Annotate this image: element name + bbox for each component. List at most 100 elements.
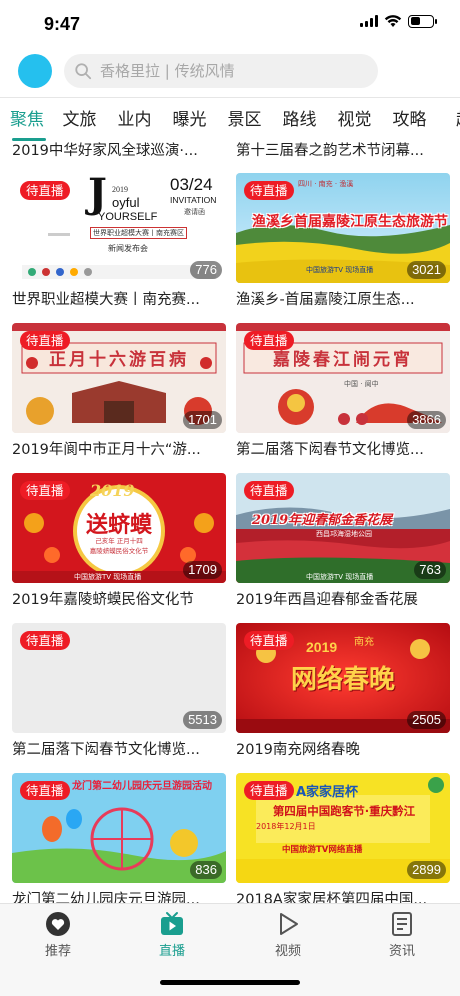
live-status-badge: 待直播 [244, 331, 294, 350]
live-card[interactable]: 正月十六游百病 待直播 1701 2019年阆中市正月十六“游... [12, 323, 226, 460]
status-icons [360, 14, 437, 28]
card-thumbnail[interactable]: 2019 送蛴蟆 己亥年 正月十四 嘉陵蛴蟆民俗文化节 中国旅游TV 现场直播 … [12, 473, 226, 583]
poster-sub2: 嘉陵蛴蟆民俗文化节 [89, 547, 149, 555]
viewer-count: 3021 [407, 261, 446, 279]
viewer-count: 1701 [183, 411, 222, 429]
live-card[interactable]: 嘉陵春江闹元宵 中国 · 阆中 待直播 3866 第二届落下闳春节文化博览... [236, 323, 450, 460]
viewer-count: 1709 [183, 561, 222, 579]
tabbar-news[interactable]: 资讯 [362, 910, 442, 959]
card-title[interactable]: 2019年阆中市正月十六“游... [12, 440, 226, 460]
card-title[interactable]: 世界职业超模大赛丨南充赛... [12, 290, 226, 310]
live-status-badge: 待直播 [244, 781, 294, 800]
card-title[interactable]: 渔溪乡-首届嘉陵江原生态... [236, 290, 450, 310]
tab-more[interactable]: 超 [437, 104, 460, 136]
header [0, 48, 460, 98]
tab-guides[interactable]: 攻略 [382, 104, 437, 136]
live-card[interactable]: 龙门第二幼儿园庆元旦游园活动 待直播 836 龙门第二幼儿园庆元旦游园... [12, 773, 226, 903]
card-thumbnail[interactable]: 嘉陵春江闹元宵 中国 · 阆中 待直播 3866 [236, 323, 450, 433]
poster-year: 2019 [306, 639, 338, 655]
wifi-icon [384, 15, 402, 27]
card-thumbnail[interactable]: A家家居杯 第四届中国跑客节·重庆黔江 2018年12月1日 中国旅游TV网络直… [236, 773, 450, 883]
card-title[interactable]: 2019南充网络春晚 [236, 740, 450, 760]
tab-exposure[interactable]: 曝光 [162, 104, 217, 136]
heart-icon [46, 912, 70, 936]
poster-brand: A家家居杯 [296, 785, 359, 800]
search-icon [75, 63, 92, 80]
card-title[interactable]: 2019年西昌迎春郁金香花展 [236, 590, 450, 610]
poster-sub: 2018年12月1日 [256, 822, 316, 831]
card-title[interactable]: 第二届落下闳春节文化博览... [12, 740, 226, 760]
tab-culture-tourism[interactable]: 文旅 [52, 104, 107, 136]
card-thumbnail[interactable]: 四川 · 南充 · 渔溪 渔溪乡首届嘉陵江原生态旅游节 中国旅游TV 现场直播 … [236, 173, 450, 283]
live-card[interactable]: 2019年迎春郁金香花展 西昌邛海湿地公园 中国旅游TV 现场直播 待直播 76… [236, 473, 450, 610]
live-card[interactable]: J 2019 oyful YOURSELF 03/24 INVITATION 邀… [12, 173, 226, 310]
tab-focus[interactable]: 聚焦 [0, 104, 52, 136]
card-thumbnail[interactable]: 2019 南充 网络春晚 待直播 2505 [236, 623, 450, 733]
header-divider [0, 97, 460, 98]
card-thumbnail[interactable]: 龙门第二幼儿园庆元旦游园活动 待直播 836 [12, 773, 226, 883]
home-indicator [160, 980, 300, 985]
search-bar[interactable] [64, 54, 378, 88]
tabbar-live[interactable]: 直播 [132, 910, 212, 959]
battery-icon [408, 14, 437, 28]
tabbar-recommend[interactable]: 推荐 [18, 910, 98, 959]
card-thumbnail[interactable]: 待直播 5513 [12, 623, 226, 733]
poster-invite-cn: 邀请函 [184, 208, 205, 216]
status-time: 9:47 [44, 14, 81, 34]
card-title[interactable]: 第二届落下闳春节文化博览... [236, 440, 450, 460]
poster-top: 四川 · 南充 · 渔溪 [298, 180, 354, 188]
tab-industry[interactable]: 业内 [107, 104, 162, 136]
search-input[interactable] [100, 62, 360, 80]
poster-sub: 西昌邛海湿地公园 [316, 530, 372, 538]
live-card[interactable]: 2019 南充 网络春晚 待直播 2505 2019南充网络春晚 [236, 623, 450, 760]
viewer-count: 5513 [183, 711, 222, 729]
card-thumbnail[interactable]: 正月十六游百病 待直播 1701 [12, 323, 226, 433]
category-tabs: 聚焦文旅业内曝光景区路线视觉攻略超 [0, 104, 460, 140]
tabbar-video[interactable]: 视频 [248, 910, 328, 959]
card-title[interactable]: 龙门第二幼儿园庆元旦游园... [12, 890, 226, 903]
live-status-badge: 待直播 [20, 781, 70, 800]
live-card[interactable]: 四川 · 南充 · 渔溪 渔溪乡首届嘉陵江原生态旅游节 中国旅游TV 现场直播 … [236, 173, 450, 310]
live-list: 2019中华好家风全球巡演·... 第十三届春之韵艺术节闭幕... J 2019… [0, 141, 460, 903]
viewer-count: 836 [190, 861, 222, 879]
poster-caption: 新闻发布会 [108, 244, 148, 253]
viewer-count: 776 [190, 261, 222, 279]
poster-line2: YOURSELF [98, 211, 158, 223]
tab-visual[interactable]: 视觉 [327, 104, 382, 136]
poster-year: 2019 [90, 481, 135, 500]
viewer-count: 2899 [407, 861, 446, 879]
poster-headline: 2019年迎春郁金香花展 [252, 513, 393, 528]
avatar[interactable] [18, 54, 52, 88]
live-card[interactable]: 2019 送蛴蟆 己亥年 正月十四 嘉陵蛴蟆民俗文化节 中国旅游TV 现场直播 … [12, 473, 226, 610]
card-title[interactable]: 第十三届春之韵艺术节闭幕... [236, 141, 448, 160]
poster-footer: 中国旅游TV 现场直播 [306, 266, 374, 274]
partial-row: 2019中华好家风全球巡演·... 第十三届春之韵艺术节闭幕... [0, 141, 460, 161]
live-card[interactable]: A家家居杯 第四届中国跑客节·重庆黔江 2018年12月1日 中国旅游TV网络直… [236, 773, 450, 903]
live-status-badge: 待直播 [244, 481, 294, 500]
poster-sub: 己亥年 正月十四 [95, 537, 143, 545]
live-status-badge: 待直播 [20, 481, 70, 500]
poster-headline: 龙门第二幼儿园庆元旦游园活动 [72, 781, 212, 792]
poster-year: 2019 [112, 185, 128, 194]
card-title[interactable]: 2019中华好家风全球巡演·... [12, 141, 224, 160]
tabbar-label: 推荐 [44, 944, 71, 959]
card-title[interactable]: 2019年嘉陵蛴蟆民俗文化节 [12, 590, 226, 610]
poster-headline: 渔溪乡首届嘉陵江原生态旅游节 [252, 214, 448, 230]
live-card[interactable]: 待直播 5513 第二届落下闳春节文化博览... [12, 623, 226, 760]
live-status-badge: 待直播 [20, 181, 70, 200]
viewer-count: 3866 [407, 411, 446, 429]
poster-footer: 中国旅游TV网络直播 [282, 845, 363, 855]
tabbar-label: 直播 [158, 944, 185, 959]
tabbar-label: 资讯 [388, 944, 415, 959]
card-thumbnail[interactable]: J 2019 oyful YOURSELF 03/24 INVITATION 邀… [12, 173, 226, 283]
poster-top: 南充 [354, 637, 374, 648]
poster-headline: 网络春晚 [290, 665, 395, 695]
play-icon [280, 913, 298, 935]
live-status-badge: 待直播 [20, 631, 70, 650]
card-title[interactable]: 2018A家家居杯第四届中国... [236, 890, 450, 903]
card-thumbnail[interactable]: 2019年迎春郁金香花展 西昌邛海湿地公园 中国旅游TV 现场直播 待直播 76… [236, 473, 450, 583]
poster-line1: oyful [112, 195, 140, 210]
viewer-count: 763 [414, 561, 446, 579]
tab-scenic[interactable]: 景区 [217, 104, 272, 136]
tab-routes[interactable]: 路线 [272, 104, 327, 136]
